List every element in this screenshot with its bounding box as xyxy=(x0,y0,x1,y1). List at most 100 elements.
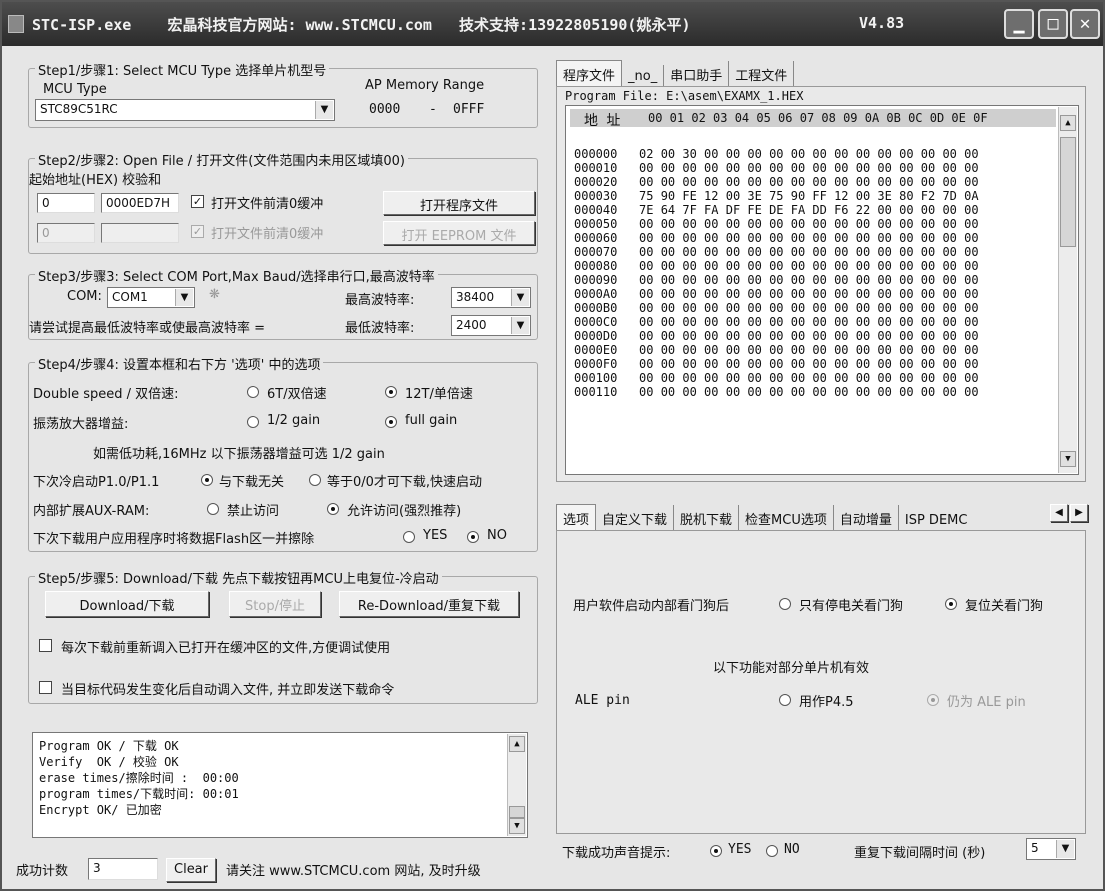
radio-full-gain[interactable] xyxy=(385,416,397,428)
tab-project-file[interactable]: 工程文件 xyxy=(729,61,795,87)
hex-row: 000070 00 00 00 00 00 00 00 00 00 00 00 … xyxy=(574,245,979,259)
chevron-down-icon[interactable]: ▼ xyxy=(511,289,529,306)
auto-reload-checkbox[interactable] xyxy=(39,681,52,694)
clear-buffer-checkbox[interactable]: ✓ xyxy=(191,195,204,208)
stc-isp-window: STC-ISP.exe 宏晶科技官方网站: www.STCMCU.com 技术支… xyxy=(0,0,1105,891)
radio-erase-no-label: NO xyxy=(487,528,507,543)
radio-half-gain[interactable] xyxy=(247,416,259,428)
erase-flash-label: 下次下载用户应用程序时将数据Flash区一并擦除 xyxy=(33,532,315,547)
hex-row: 0000B0 00 00 00 00 00 00 00 00 00 00 00 … xyxy=(574,301,979,315)
scroll-down-icon[interactable]: ▼ xyxy=(1060,451,1076,467)
window-title: STC-ISP.exe 宏晶科技官方网站: www.STCMCU.com 技术支… xyxy=(32,16,691,34)
radio-00-only[interactable] xyxy=(309,474,321,486)
radio-erase-yes[interactable] xyxy=(403,531,415,543)
tab-auto-increment[interactable]: 自动增量 xyxy=(833,505,899,531)
radio-6t[interactable] xyxy=(247,386,259,398)
program-file-path: Program File: E:\asem\EXAMX_1.HEX xyxy=(565,89,804,103)
tab-custom-download[interactable]: 自定义下载 xyxy=(596,505,675,531)
clear-buffer2-checkbox[interactable]: ✓ xyxy=(191,225,204,238)
step2-legend: Step2/步骤2: Open File / 打开文件(文件范围内未用区域填00… xyxy=(35,150,408,169)
repeat-interval-label: 重复下载间隔时间 (秒) xyxy=(854,846,986,861)
chevron-down-icon[interactable]: ▼ xyxy=(1056,840,1074,858)
chevron-down-icon[interactable]: ▼ xyxy=(175,289,193,306)
repeat-interval-select[interactable]: 5 ▼ xyxy=(1026,838,1076,860)
hex-row: 0000C0 00 00 00 00 00 00 00 00 00 00 00 … xyxy=(574,315,979,329)
radio-unrelated[interactable] xyxy=(201,474,213,486)
tab-check-mcu-options[interactable]: 检查MCU选项 xyxy=(739,505,834,531)
radio-erase-no[interactable] xyxy=(467,531,479,543)
radio-ale-as-p45[interactable] xyxy=(779,694,791,706)
com-port-value: COM1 xyxy=(112,290,148,304)
status-log: Program OK / 下载 OK Verify OK / 校验 OK era… xyxy=(32,732,528,838)
hex-row: 0000A0 00 00 00 00 00 00 00 00 00 00 00 … xyxy=(574,287,979,301)
max-baud-select[interactable]: 38400 ▼ xyxy=(451,287,531,308)
mcu-type-value: STC89C51RC xyxy=(40,102,118,116)
mcu-type-select[interactable]: STC89C51RC ▼ xyxy=(35,99,335,121)
tab-scroll-right-icon[interactable]: ▶ xyxy=(1070,504,1088,522)
hex-addr-header: 地 址 xyxy=(584,113,621,129)
radio-no-access[interactable] xyxy=(207,503,219,515)
step2-group: Step2/步骤2: Open File / 打开文件(文件范围内未用区域填00… xyxy=(28,150,538,254)
minimize-icon[interactable]: ▁ xyxy=(1004,9,1034,39)
min-baud-select[interactable]: 2400 ▼ xyxy=(451,315,531,336)
radio-poweroff-watchdog[interactable] xyxy=(779,598,791,610)
reload-file-checkbox[interactable] xyxy=(39,639,52,652)
clear-button[interactable]: Clear xyxy=(166,858,216,882)
radio-sound-yes[interactable] xyxy=(710,845,722,857)
hex-row: 000050 00 00 00 00 00 00 00 00 00 00 00 … xyxy=(574,217,979,231)
chevron-down-icon[interactable]: ▼ xyxy=(315,101,333,119)
log-scroll-thumb[interactable] xyxy=(509,806,525,818)
radio-00-only-label: 等于0/0才可下载,快速启动 xyxy=(327,475,483,490)
gear-icon: ❋ xyxy=(209,287,220,302)
top-tab-bar: 程序文件 _no_ 串口助手 工程文件 xyxy=(556,60,795,91)
download-button[interactable]: Download/下载 xyxy=(45,591,209,617)
hex-row: 000110 00 00 00 00 00 00 00 00 00 00 00 … xyxy=(574,385,979,399)
log-scrollbar[interactable]: ▲ ▼ xyxy=(507,734,526,836)
min-baud-label: 最低波特率: xyxy=(345,321,415,336)
close-icon[interactable]: ✕ xyxy=(1070,9,1100,39)
com-port-select[interactable]: COM1 ▼ xyxy=(107,287,195,308)
chevron-down-icon[interactable]: ▼ xyxy=(511,317,529,334)
open-eeprom-button[interactable]: 打开 EEPROM 文件 xyxy=(383,221,535,245)
clear-buffer-label: 打开文件前清0缓冲 xyxy=(211,197,324,212)
com-label: COM: xyxy=(67,289,102,304)
maximize-icon[interactable]: □ xyxy=(1038,9,1068,39)
stop-button[interactable]: Stop/停止 xyxy=(229,591,321,617)
log-line: Program OK / 下载 OK xyxy=(39,739,179,753)
ale-pin-label: ALE pin xyxy=(575,693,630,708)
step3-group: Step3/步骤3: Select COM Port,Max Baud/选择串行… xyxy=(28,266,538,340)
radio-still-ale[interactable] xyxy=(927,694,939,706)
log-line: Verify OK / 校验 OK xyxy=(39,755,179,769)
tab-scroll-left-icon[interactable]: ◀ xyxy=(1050,504,1068,522)
max-baud-label: 最高波特率: xyxy=(345,293,415,308)
tab-program-file[interactable]: 程序文件 xyxy=(556,60,623,86)
eeprom-addr-input[interactable]: 0 xyxy=(37,223,95,243)
radio-allow-access-label: 允许访问(强烈推荐) xyxy=(347,504,462,519)
tab-options[interactable]: 选项 xyxy=(556,504,597,530)
tab-offline-download[interactable]: 脱机下载 xyxy=(674,505,740,531)
step5-legend: Step5/步骤5: Download/下载 先点下载按钮再MCU上电复位-冷启… xyxy=(35,568,442,587)
hex-scrollbar[interactable]: ▲ ▼ xyxy=(1058,107,1077,473)
radio-full-gain-label: full gain xyxy=(405,413,458,428)
ap-memory-label: AP Memory Range xyxy=(365,78,485,93)
radio-poweroff-watchdog-label: 只有停电关看门狗 xyxy=(799,599,904,614)
bottom-tab-bar: 选项 自定义下载 脱机下载 检查MCU选项 自动增量 ISP DEMC xyxy=(556,504,974,535)
partial-mcu-note: 以下功能对部分单片机有效 xyxy=(713,661,870,676)
start-addr-input[interactable]: 0 xyxy=(37,193,95,213)
scroll-down-icon[interactable]: ▼ xyxy=(509,818,525,834)
radio-allow-access[interactable] xyxy=(327,503,339,515)
log-line: program times/下载时间: 00:01 xyxy=(39,787,239,801)
tab-serial-assistant[interactable]: 串口助手 xyxy=(664,61,730,87)
hex-scroll-thumb[interactable] xyxy=(1060,137,1076,247)
scroll-up-icon[interactable]: ▲ xyxy=(509,736,525,752)
radio-reset-watchdog[interactable] xyxy=(945,598,957,610)
mcu-type-label: MCU Type xyxy=(43,82,107,97)
radio-12t[interactable] xyxy=(385,386,397,398)
radio-sound-no[interactable] xyxy=(766,845,778,857)
open-program-file-button[interactable]: 打开程序文件 xyxy=(383,191,535,215)
radio-sound-no-label: NO xyxy=(784,842,800,857)
scroll-up-icon[interactable]: ▲ xyxy=(1060,115,1076,131)
clear-buffer2-label: 打开文件前清0缓冲 xyxy=(211,227,324,242)
redownload-button[interactable]: Re-Download/重复下载 xyxy=(339,591,519,617)
step4-group: Step4/步骤4: 设置本框和右下方 '选项' 中的选项 Double spe… xyxy=(28,354,538,552)
